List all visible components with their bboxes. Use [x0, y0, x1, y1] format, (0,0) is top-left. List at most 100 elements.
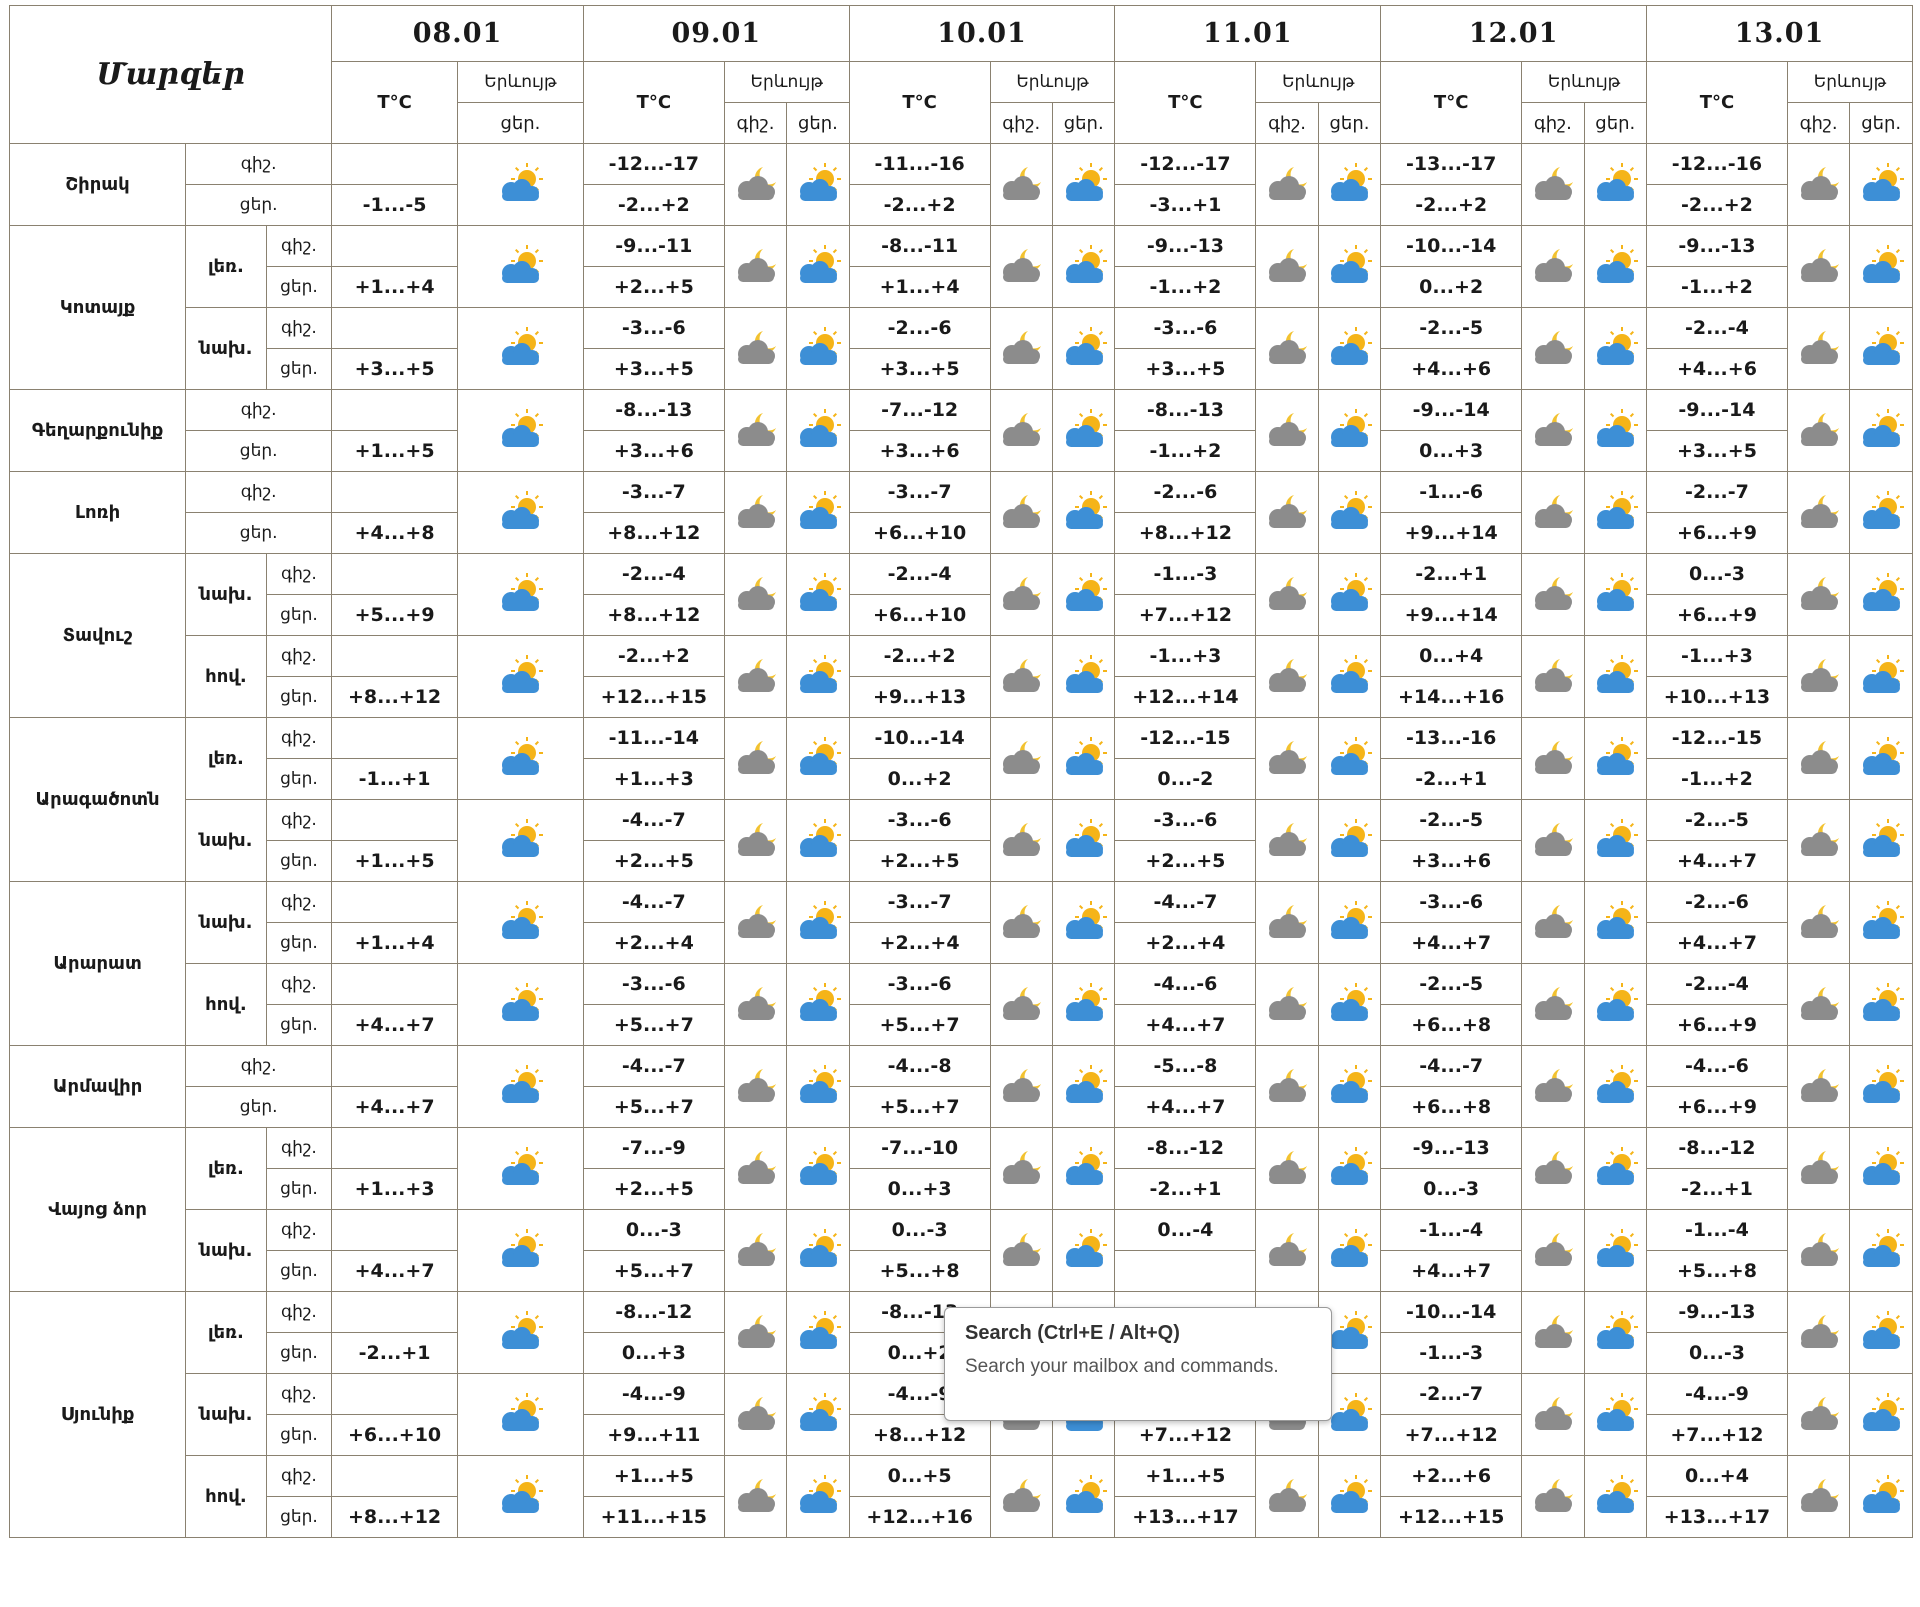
partly-cloudy-day-icon [1331, 244, 1373, 283]
night-event-cell [1786, 1373, 1851, 1456]
night-temp: -12...-16 [1645, 143, 1788, 185]
partly-cloudy-day-icon [799, 736, 841, 775]
day-temp: 0...+2 [848, 758, 991, 800]
night-label: գիշ. [265, 1455, 333, 1497]
cloudy-night-icon [1800, 1068, 1839, 1102]
night-temp: -2...-4 [582, 553, 725, 595]
day-event-cell [1317, 963, 1382, 1046]
partly-cloudy-day-icon [1597, 1310, 1639, 1349]
day-temp: +8...+12 [582, 512, 725, 554]
partly-cloudy-day-icon [1597, 982, 1639, 1021]
partly-cloudy-day-icon [1863, 736, 1905, 775]
partly-cloudy-day-icon [1863, 1474, 1905, 1513]
night-temp [331, 717, 458, 759]
day-temp: +7...+12 [1645, 1414, 1788, 1456]
table-row: հով. գիշ. +1...+5 0...+5 +1...+5 +2...+6 0...+… [10, 1455, 1913, 1538]
night-subheader: գիշ. [1255, 102, 1319, 144]
partly-cloudy-day-icon [1863, 1146, 1905, 1185]
day-event-cell [457, 1045, 584, 1128]
region-name: Արագածոտն [8, 717, 187, 882]
day-temp: +6...+10 [848, 594, 991, 636]
partly-cloudy-day-icon [502, 162, 544, 201]
partly-cloudy-day-icon [1331, 736, 1373, 775]
day-event-cell [457, 1455, 584, 1538]
night-temp: -1...-4 [1380, 1209, 1523, 1251]
day-event-cell [1583, 717, 1647, 800]
day-label: ցեր. [265, 1332, 333, 1374]
region-name: Արարատ [8, 881, 187, 1046]
night-event-cell [723, 1045, 788, 1128]
night-event-cell [1255, 389, 1319, 472]
night-temp: -4...-7 [582, 799, 725, 841]
day-temp: +14...+16 [1380, 676, 1523, 718]
day-temp: +2...+5 [582, 840, 725, 882]
day-event-cell [786, 963, 850, 1046]
partly-cloudy-day-icon [502, 1146, 544, 1185]
cloudy-night-icon [1534, 166, 1573, 200]
day-temp: +6...+9 [1645, 512, 1788, 554]
day-event-cell [1051, 471, 1116, 554]
night-event-cell [723, 799, 788, 882]
night-event-cell [1786, 635, 1851, 718]
partly-cloudy-day-icon [1065, 1146, 1107, 1185]
day-temp: +1...+4 [331, 922, 458, 964]
night-temp: 0...-3 [848, 1209, 991, 1251]
day-temp: +1...+4 [331, 266, 458, 308]
night-temp: -9...-11 [582, 225, 725, 267]
cloudy-night-icon [1534, 1396, 1573, 1430]
night-event-cell [1521, 717, 1585, 800]
partly-cloudy-day-icon [1331, 1474, 1373, 1513]
night-event-cell [723, 881, 788, 964]
day-temp: +4...+8 [331, 512, 458, 554]
partly-cloudy-day-icon [1065, 408, 1107, 447]
temp-header: T°C [1380, 61, 1523, 144]
night-temp: -4...-9 [582, 1373, 725, 1415]
night-temp: -9...-13 [1645, 1291, 1788, 1333]
partly-cloudy-day-icon [799, 1146, 841, 1185]
day-temp: +3...+5 [582, 348, 725, 390]
day-temp: 0...-3 [1380, 1168, 1523, 1210]
day-event-cell [1583, 389, 1647, 472]
night-event-cell [1521, 881, 1585, 964]
day-event-cell [457, 881, 584, 964]
partly-cloudy-day-icon [1065, 1474, 1107, 1513]
day-temp: +6...+10 [331, 1414, 458, 1456]
day-event-cell [1849, 471, 1913, 554]
night-event-cell [1255, 881, 1319, 964]
day-subheader: ցեր. [1849, 102, 1913, 144]
day-event-cell [1051, 225, 1116, 308]
cloudy-night-icon [1003, 740, 1042, 774]
night-temp: -1...+3 [1645, 635, 1788, 677]
partly-cloudy-day-icon [1331, 1228, 1373, 1267]
day-event-cell [457, 307, 584, 390]
night-event-cell [1786, 1045, 1851, 1128]
cloudy-night-icon [1269, 822, 1308, 856]
day-event-cell [457, 389, 584, 472]
day-temp: +8...+12 [582, 594, 725, 636]
table-row: Լոռի գիշ. -3...-7 -3...-7 -2...-6 -1...-6 -2..… [8, 471, 1913, 554]
cloudy-night-icon [737, 1314, 776, 1348]
night-temp [331, 1209, 458, 1251]
night-temp: -4...-9 [1645, 1373, 1788, 1415]
partly-cloudy-day-icon [1065, 900, 1107, 939]
cloudy-night-icon [737, 904, 776, 938]
partly-cloudy-day-icon [1331, 1146, 1373, 1185]
day-event-cell [1849, 389, 1913, 472]
night-temp: -3...-6 [848, 963, 991, 1005]
cloudy-night-icon [737, 986, 776, 1020]
day-event-cell [1051, 1209, 1116, 1292]
night-event-cell [989, 143, 1053, 226]
day-event-cell [786, 553, 850, 636]
night-temp: -4...-7 [1380, 1045, 1523, 1087]
partly-cloudy-day-icon [1597, 408, 1639, 447]
partly-cloudy-day-icon [502, 818, 544, 857]
subregion-label: լեռ. [185, 1291, 267, 1374]
day-label: ցեր. [265, 1004, 333, 1046]
day-event-cell [1051, 553, 1116, 636]
night-temp: -4...-7 [1114, 881, 1257, 923]
night-event-cell [1786, 799, 1851, 882]
day-temp: +4...+7 [331, 1250, 458, 1292]
night-temp: -10...-14 [848, 717, 991, 759]
night-event-cell [723, 717, 788, 800]
partly-cloudy-day-icon [1863, 654, 1905, 693]
